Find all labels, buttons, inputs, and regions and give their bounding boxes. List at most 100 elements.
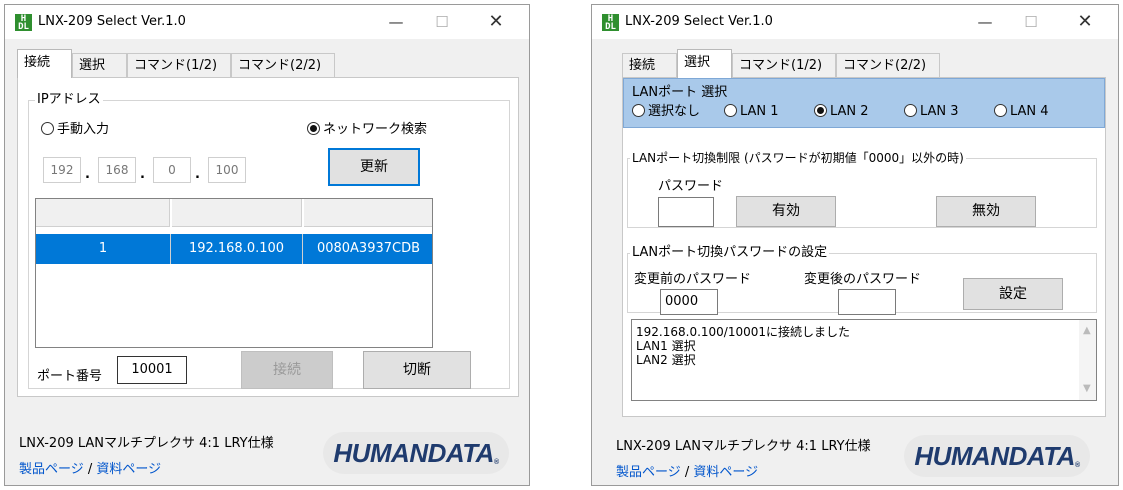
- title-bar[interactable]: H DL LNX-209 Select Ver.1.0 — ☐ ✕: [592, 5, 1118, 39]
- ip-address-fields: 192 . 168 . 0 . 100: [43, 157, 263, 183]
- column-header-mac[interactable]: [304, 199, 432, 227]
- old-password-label: 変更前のパスワード: [634, 272, 752, 287]
- network-search-radio[interactable]: ネットワーク検索: [307, 121, 427, 139]
- window-title: LNX-209 Select Ver.1.0: [38, 14, 186, 29]
- tab-command-1[interactable]: コマンド(1/2): [127, 53, 231, 77]
- new-password-input[interactable]: [838, 289, 896, 315]
- lan3-radio[interactable]: LAN 3: [904, 103, 959, 121]
- disable-button[interactable]: 無効: [936, 196, 1036, 227]
- tab-select[interactable]: 選択: [677, 49, 732, 78]
- product-description: LNX-209 LANマルチプレクサ 4:1 LRY仕様: [19, 436, 274, 451]
- log-line: LAN1 選択: [636, 339, 696, 353]
- minimize-button[interactable]: —: [962, 5, 1008, 39]
- radio-button-icon: [632, 104, 645, 117]
- ip-octet-4[interactable]: 100: [208, 157, 246, 183]
- scroll-down-icon[interactable]: ▼: [1083, 382, 1091, 396]
- close-button[interactable]: ✕: [473, 5, 519, 39]
- password-setting-label: LANポート切換パスワードの設定: [630, 245, 830, 261]
- list-row-selected[interactable]: 1 192.168.0.100 0080A3937CDB: [36, 234, 432, 264]
- title-bar[interactable]: H DL LNX-209 Select Ver.1.0 — ☐ ✕: [5, 5, 529, 39]
- password-input[interactable]: [658, 197, 714, 227]
- documents-page-link[interactable]: 資料ページ: [693, 465, 758, 480]
- link-separator: /: [684, 465, 690, 480]
- connect-panel: IPアドレス 手動入力 ネットワーク検索 192 . 168 . 0 . 100…: [17, 77, 519, 397]
- port-number-input[interactable]: 10001: [117, 356, 187, 384]
- close-button[interactable]: ✕: [1062, 5, 1108, 39]
- lan4-label: LAN 4: [1010, 104, 1049, 119]
- ip-address-group: IPアドレス 手動入力 ネットワーク検索 192 . 168 . 0 . 100…: [28, 92, 510, 389]
- maximize-button[interactable]: ☐: [419, 5, 465, 39]
- app-icon: H DL: [602, 14, 619, 32]
- ip-octet-3[interactable]: 0: [153, 157, 191, 183]
- window-connect: H DL LNX-209 Select Ver.1.0 — ☐ ✕ 接続 選択 コ…: [4, 4, 530, 486]
- log-line: LAN2 選択: [636, 353, 696, 367]
- radio-button-icon: [724, 104, 737, 117]
- ip-separator: .: [85, 167, 90, 182]
- manual-input-label: 手動入力: [57, 122, 110, 137]
- disconnect-button[interactable]: 切断: [363, 351, 471, 389]
- log-textbox[interactable]: 192.168.0.100/10001に接続しました LAN1 選択 LAN2 …: [631, 319, 1097, 401]
- logo-text: HUMANDATA: [914, 441, 1075, 471]
- ip-separator: .: [195, 167, 200, 182]
- ip-octet-1[interactable]: 192: [43, 157, 81, 183]
- window-title: LNX-209 Select Ver.1.0: [625, 14, 773, 29]
- log-line: 192.168.0.100/10001に接続しました: [636, 325, 851, 339]
- product-page-link[interactable]: 製品ページ: [19, 462, 84, 477]
- refresh-button[interactable]: 更新: [328, 148, 420, 186]
- select-panel: LANポート 選択 選択なし LAN 1 LAN 2 LAN 3 LAN 4 L…: [622, 77, 1106, 417]
- humandata-logo: HUMANDATA®: [323, 432, 509, 474]
- minimize-button[interactable]: —: [373, 5, 419, 39]
- radio-button-selected-icon: [814, 104, 827, 117]
- device-list[interactable]: 1 192.168.0.100 0080A3937CDB: [35, 198, 433, 348]
- scroll-up-icon[interactable]: ▲: [1083, 324, 1091, 338]
- row-mac: 0080A3937CDB: [316, 241, 421, 256]
- lan-port-select-group: LANポート 選択 選択なし LAN 1 LAN 2 LAN 3 LAN 4: [623, 78, 1105, 128]
- maximize-button[interactable]: ☐: [1008, 5, 1054, 39]
- column-header-number[interactable]: [36, 199, 170, 227]
- ip-separator: .: [140, 167, 145, 182]
- tab-command-1[interactable]: コマンド(1/2): [732, 53, 836, 77]
- set-password-button[interactable]: 設定: [963, 278, 1063, 310]
- connect-button[interactable]: 接続: [241, 351, 333, 389]
- column-header-ip[interactable]: [172, 199, 302, 227]
- lan2-radio[interactable]: LAN 2: [814, 103, 869, 121]
- lan1-radio[interactable]: LAN 1: [724, 103, 779, 121]
- product-description: LNX-209 LANマルチプレクサ 4:1 LRY仕様: [616, 439, 871, 454]
- logo-text: HUMANDATA: [333, 438, 494, 468]
- tab-select[interactable]: 選択: [72, 53, 127, 77]
- ip-address-group-label: IPアドレス: [35, 92, 103, 108]
- tab-command-2[interactable]: コマンド(2/2): [231, 53, 335, 77]
- humandata-logo: HUMANDATA®: [904, 435, 1090, 477]
- password-label: パスワード: [658, 179, 724, 194]
- log-scrollbar[interactable]: ▲ ▼: [1079, 320, 1096, 400]
- tab-command-2[interactable]: コマンド(2/2): [836, 53, 940, 77]
- footer-links: 製品ページ / 資料ページ: [19, 458, 161, 477]
- lan-switch-limit-group: LANポート切換制限 (パスワードが初期値「0000」以外の時) パスワード 有…: [627, 150, 1097, 228]
- network-search-label: ネットワーク検索: [323, 122, 428, 137]
- lan-none-radio[interactable]: 選択なし: [632, 103, 700, 121]
- documents-page-link[interactable]: 資料ページ: [96, 462, 161, 477]
- logo-mark: ®: [1074, 462, 1080, 469]
- footer-links: 製品ページ / 資料ページ: [616, 461, 758, 480]
- link-separator: /: [87, 462, 93, 477]
- lan3-label: LAN 3: [920, 104, 959, 119]
- logo-mark: ®: [493, 459, 499, 466]
- ip-octet-2[interactable]: 168: [98, 157, 136, 183]
- lan4-radio[interactable]: LAN 4: [994, 103, 1049, 121]
- app-icon: H DL: [15, 14, 32, 32]
- product-page-link[interactable]: 製品ページ: [616, 465, 681, 480]
- radio-button-selected-icon: [307, 122, 320, 135]
- tab-connect[interactable]: 接続: [17, 49, 72, 78]
- row-ip: 192.168.0.100: [171, 234, 303, 264]
- window-select: H DL LNX-209 Select Ver.1.0 — ☐ ✕ 接続 選択 コ…: [591, 4, 1119, 486]
- lan1-label: LAN 1: [740, 104, 779, 119]
- radio-button-icon: [41, 122, 54, 135]
- lan-none-label: 選択なし: [648, 104, 701, 119]
- new-password-label: 変更後のパスワード: [804, 272, 922, 287]
- lan-switch-limit-label: LANポート切換制限 (パスワードが初期値「0000」以外の時): [630, 150, 966, 166]
- tab-connect[interactable]: 接続: [622, 53, 677, 77]
- enable-button[interactable]: 有効: [736, 196, 836, 227]
- lan2-label: LAN 2: [830, 104, 869, 119]
- old-password-input[interactable]: 0000: [660, 289, 718, 315]
- manual-input-radio[interactable]: 手動入力: [41, 121, 109, 139]
